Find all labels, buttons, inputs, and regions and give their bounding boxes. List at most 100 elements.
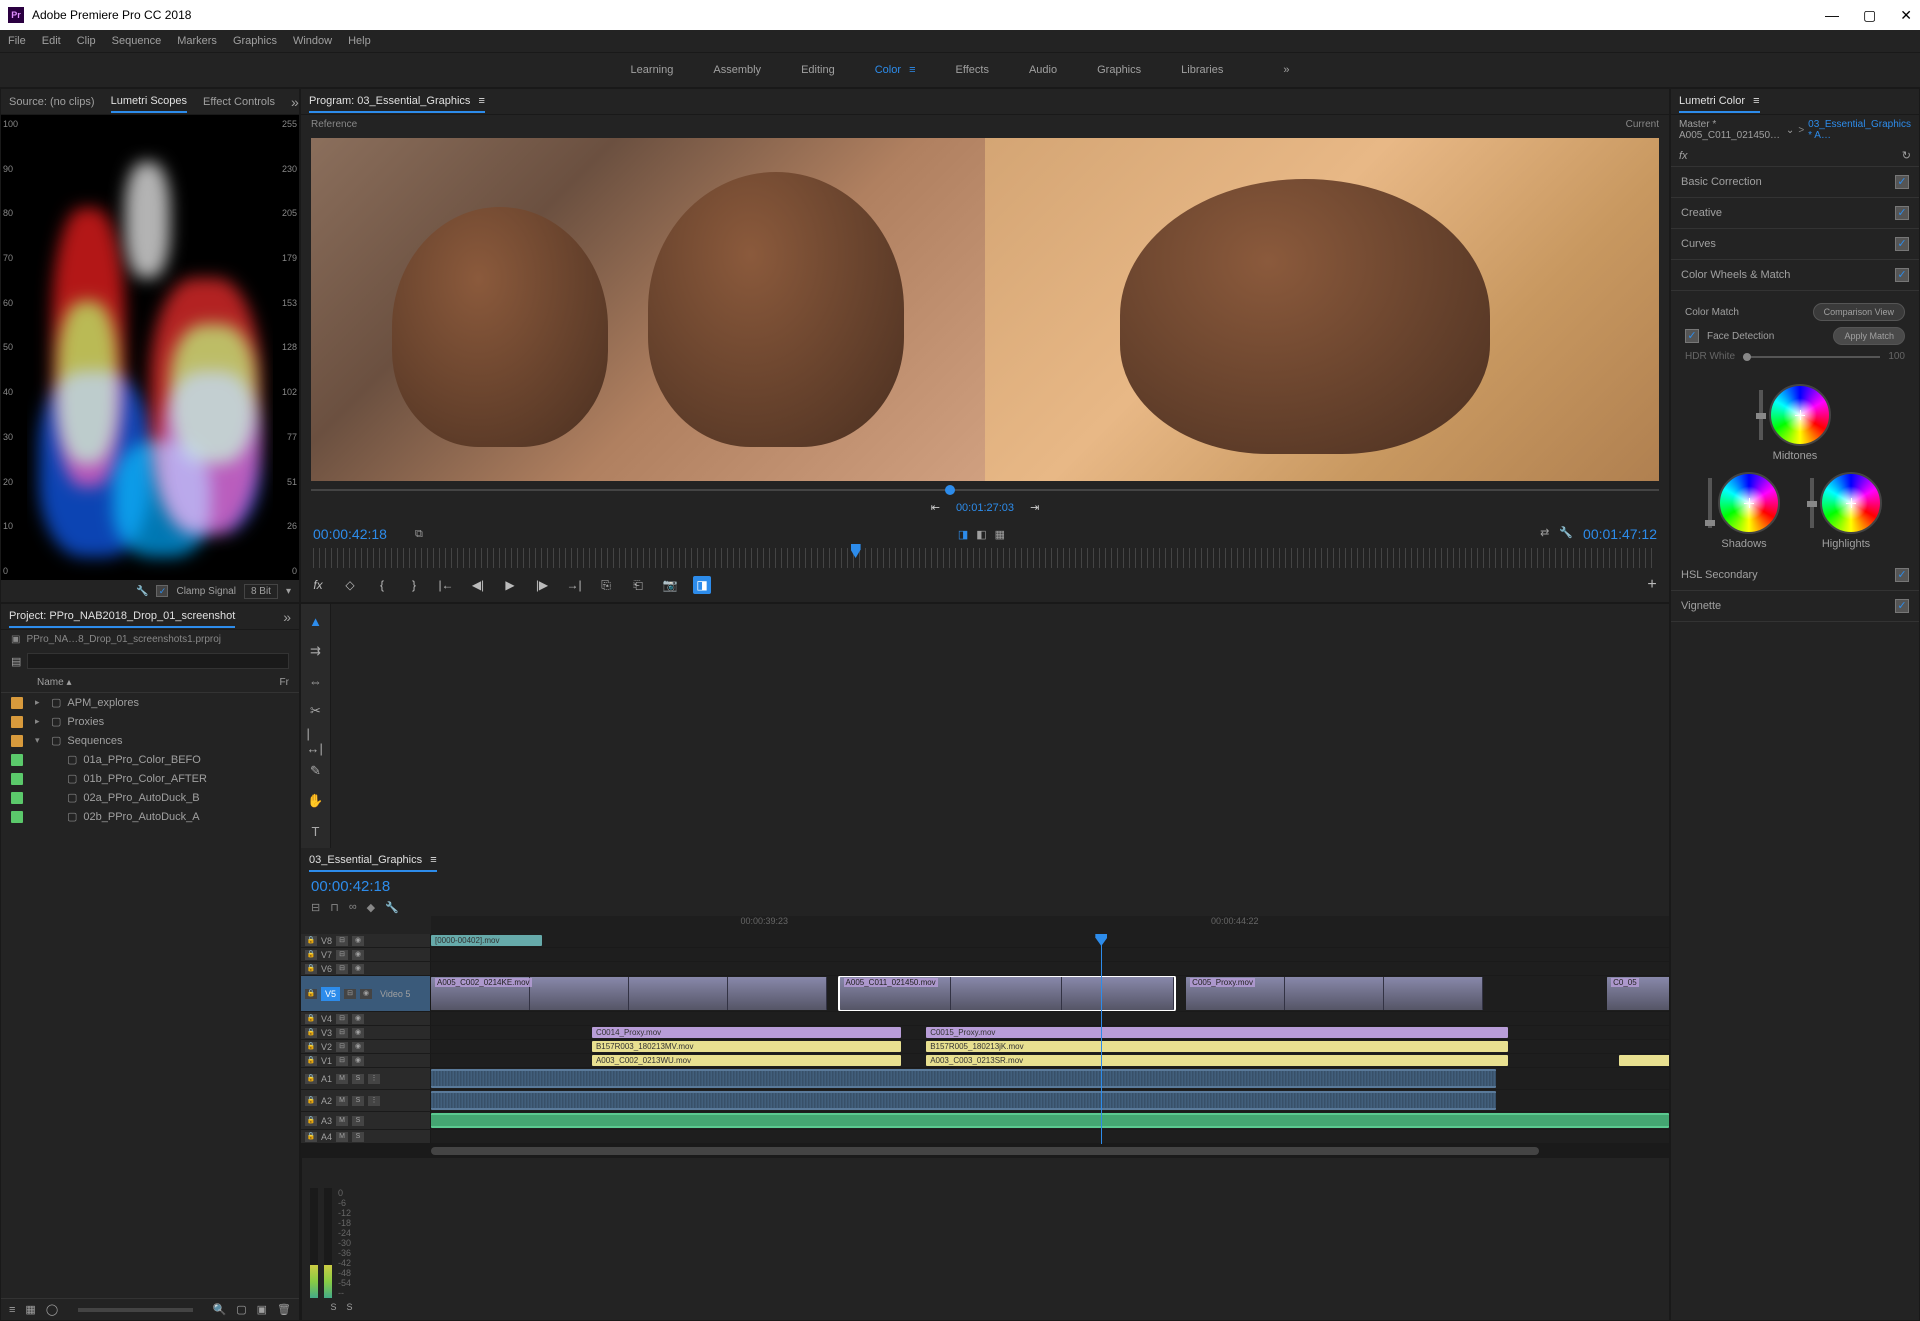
new-item-icon[interactable]: ▣ [257,1303,267,1316]
swap-icon[interactable]: ⇄ [1540,526,1549,542]
zoom-slider[interactable] [78,1308,192,1312]
menu-clip[interactable]: Clip [77,35,96,47]
tab-project[interactable]: Project: PPro_NAB2018_Drop_01_screenshot [9,606,235,628]
menu-help[interactable]: Help [348,35,371,47]
workspace-overflow[interactable]: » [1283,64,1289,76]
clamp-signal-checkbox[interactable] [156,585,168,597]
basic-correction-toggle[interactable] [1895,175,1909,189]
play-icon[interactable]: ▶ [501,576,519,594]
program-playhead[interactable] [851,544,861,558]
workspace-learning[interactable]: Learning [631,60,674,80]
dropdown-icon[interactable]: ▾ [286,586,291,597]
find-icon[interactable]: 🔍 [213,1303,227,1316]
workspace-color[interactable]: Color ≡ [875,60,916,80]
audio-clip[interactable] [431,1069,1496,1088]
trash-icon[interactable]: 🗑 [277,1303,291,1316]
menu-sequence[interactable]: Sequence [112,35,162,47]
section-hsl-secondary[interactable]: HSL Secondary [1671,560,1919,591]
project-item[interactable]: ▾▢Sequences [1,731,299,750]
wheels-toggle[interactable] [1895,268,1909,282]
clip[interactable]: C005_Proxy.mov [1186,977,1483,1010]
chevron-down-icon[interactable]: ⌄ [1786,125,1794,136]
razor-tool[interactable]: ✂ [307,702,325,720]
tab-sequence[interactable]: 03_Essential_Graphics ≡ [309,850,437,872]
tab-program[interactable]: Program: 03_Essential_Graphics ≡ [309,91,485,113]
timeline-ruler[interactable]: 00:00:39:23 00:00:44:22 [431,916,1669,934]
compare-vert-icon[interactable]: ◧ [976,528,986,541]
timeline-playhead[interactable] [1101,934,1102,1144]
workspace-effects[interactable]: Effects [956,60,989,80]
lock-icon[interactable]: 🔒 [305,936,317,946]
highlights-luma-slider[interactable] [1810,478,1814,528]
marker-icon[interactable]: ◆ [367,901,375,914]
workspace-assembly[interactable]: Assembly [713,60,761,80]
hdr-white-slider[interactable] [1743,356,1880,358]
export-frame-icon[interactable]: 📷 [661,576,679,594]
track-v5-header[interactable]: 🔒V5⊟◉Video 5 [301,976,431,1011]
go-to-out-icon[interactable]: ⇥ [1030,501,1039,514]
project-path[interactable]: PPro_NA…8_Drop_01_screenshots1.prproj [26,634,221,645]
fx-icon[interactable]: fx [309,576,327,594]
go-out-icon[interactable]: →| [565,576,583,594]
highlights-wheel[interactable] [1820,472,1882,534]
freeform-icon[interactable]: ◯ [46,1303,58,1316]
close-button[interactable]: ✕ [1900,7,1912,24]
comparison-view-button[interactable]: Comparison View [1813,303,1905,321]
tab-lumetri-scopes[interactable]: Lumetri Scopes [111,91,187,113]
project-item[interactable]: ▸▢APM_explores [1,693,299,712]
shadows-luma-slider[interactable] [1708,478,1712,528]
solo-left[interactable]: S [330,1302,336,1312]
button-editor-icon[interactable]: + [1643,576,1661,594]
link-icon[interactable]: ∞ [349,901,357,914]
clip-selected[interactable]: A005_C011_021450.mov [840,977,1174,1010]
compare-side-icon[interactable]: ◨ [958,528,968,541]
comparison-view-icon[interactable]: ◨ [693,576,711,594]
program-timecode-right[interactable]: 00:01:47:12 [1583,526,1657,542]
clip[interactable] [1619,1055,1669,1066]
icon-view-icon[interactable]: ▦ [25,1303,35,1316]
compare-split-icon[interactable]: ▦ [995,528,1005,541]
timeline-scrollbar[interactable] [301,1144,1669,1158]
step-back-icon[interactable]: ◀| [469,576,487,594]
section-basic-correction[interactable]: Basic Correction [1671,167,1919,198]
reset-icon[interactable]: ↻ [1902,149,1911,162]
audio-clip[interactable] [431,1091,1496,1110]
go-in-icon[interactable]: |← [437,576,455,594]
apply-match-button[interactable]: Apply Match [1833,327,1905,345]
program-video-display[interactable] [311,138,1659,481]
wrench-icon[interactable]: 🔧 [1559,526,1573,542]
hdr-white-value[interactable]: 100 [1888,351,1905,362]
program-timecode-left[interactable]: 00:00:42:18 [313,526,387,542]
clip[interactable]: A003_C003_0213SR.mov [926,1055,1508,1066]
in-icon[interactable]: { [373,576,391,594]
selection-tool[interactable]: ▲ [307,612,325,630]
face-detection-checkbox[interactable] [1685,329,1699,343]
project-item[interactable]: ▢02a_PPro_AutoDuck_B [1,788,299,807]
small-timecode[interactable]: 00:01:27:03 [956,502,1014,514]
comparison-slider[interactable] [311,485,1659,495]
section-curves[interactable]: Curves [1671,229,1919,260]
vignette-toggle[interactable] [1895,599,1909,613]
pen-tool[interactable]: ✎ [307,762,325,780]
menu-markers[interactable]: Markers [177,35,217,47]
menu-graphics[interactable]: Graphics [233,35,277,47]
wrench-icon[interactable]: 🔧 [136,586,148,597]
clip[interactable]: A003_C002_0213WU.mov [592,1055,902,1066]
midtones-luma-slider[interactable] [1759,390,1763,440]
name-column[interactable]: Name ▴ [37,677,280,688]
panel-overflow[interactable]: » [291,94,299,110]
solo-right[interactable]: S [347,1302,353,1312]
bit-depth-dropdown[interactable]: 8 Bit [244,584,278,599]
clip[interactable]: C0015_Proxy.mov [926,1027,1508,1038]
type-tool[interactable]: T [307,822,325,840]
creative-toggle[interactable] [1895,206,1909,220]
program-ruler[interactable] [313,548,1657,568]
snap-icon[interactable]: ⊓ [330,901,339,914]
marker-icon[interactable]: ◇ [341,576,359,594]
panel-overflow[interactable]: » [283,609,291,625]
project-item[interactable]: ▢01b_PPro_Color_AFTER [1,769,299,788]
out-icon[interactable]: } [405,576,423,594]
clip[interactable]: B157R003_180213MV.mov [592,1041,902,1052]
midtones-wheel[interactable] [1769,384,1831,446]
section-color-wheels[interactable]: Color Wheels & Match [1671,260,1919,291]
